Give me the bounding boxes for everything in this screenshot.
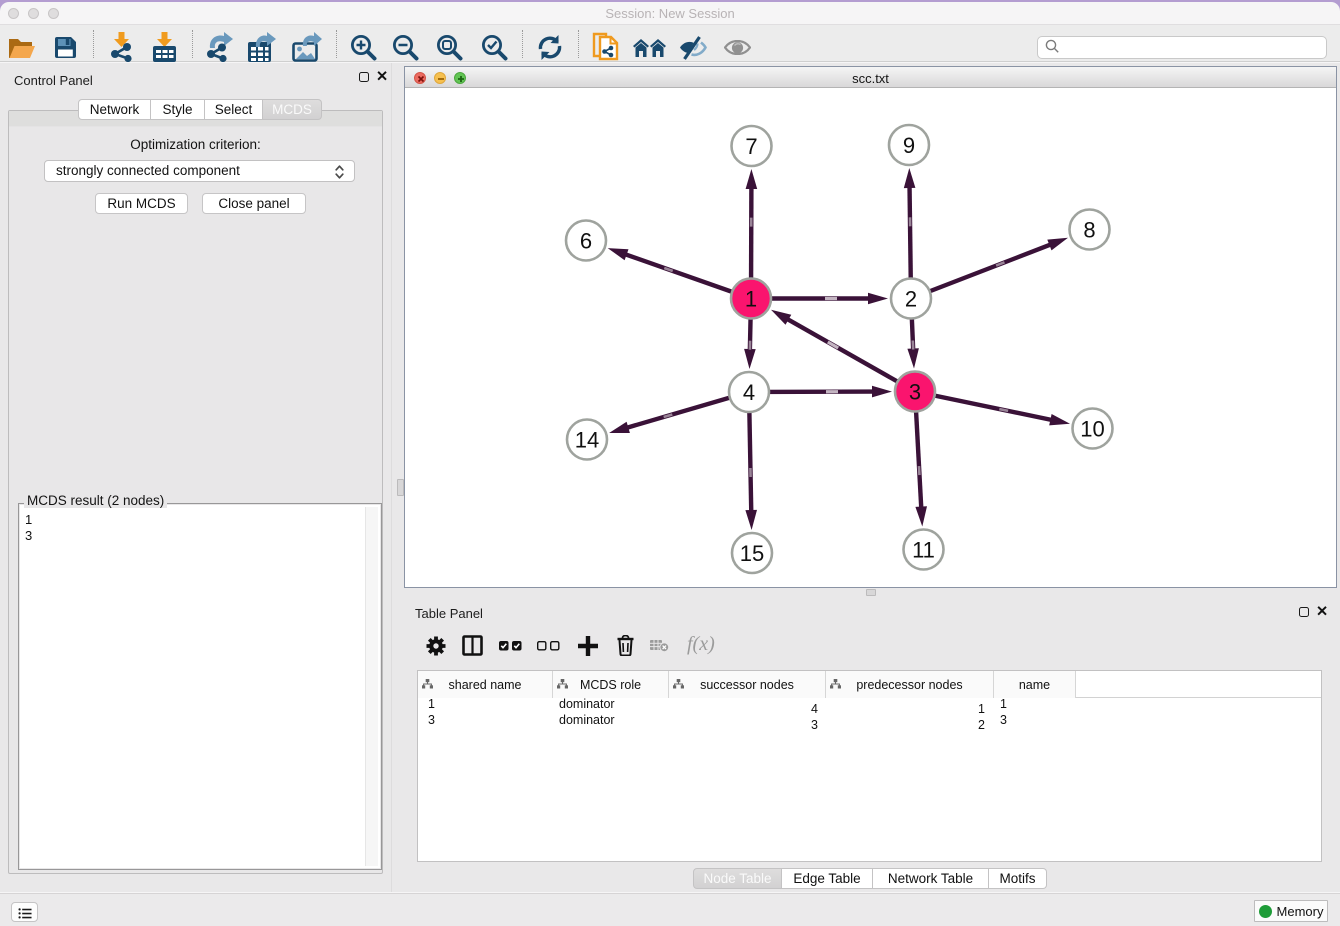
svg-text:1: 1 bbox=[745, 287, 757, 312]
svg-text:10: 10 bbox=[1080, 417, 1104, 442]
svg-text:9: 9 bbox=[903, 133, 915, 158]
svg-text:8: 8 bbox=[1083, 218, 1095, 243]
svg-text:15: 15 bbox=[740, 541, 764, 566]
svg-text:2: 2 bbox=[905, 287, 917, 312]
svg-text:6: 6 bbox=[580, 229, 592, 254]
svg-text:7: 7 bbox=[745, 134, 757, 159]
svg-text:14: 14 bbox=[575, 428, 599, 453]
svg-text:11: 11 bbox=[912, 538, 935, 563]
svg-text:4: 4 bbox=[743, 380, 755, 405]
svg-text:3: 3 bbox=[909, 380, 921, 405]
